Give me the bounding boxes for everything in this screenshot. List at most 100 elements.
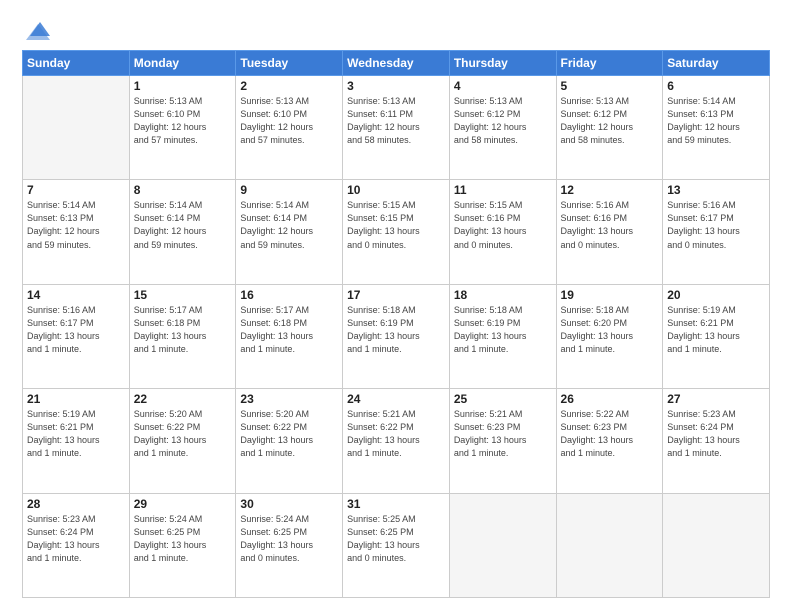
calendar-cell: 8Sunrise: 5:14 AM Sunset: 6:14 PM Daylig… <box>129 180 236 284</box>
logo-icon <box>24 18 52 40</box>
day-info: Sunrise: 5:21 AM Sunset: 6:22 PM Dayligh… <box>347 408 445 460</box>
day-info: Sunrise: 5:24 AM Sunset: 6:25 PM Dayligh… <box>240 513 338 565</box>
calendar-header-thursday: Thursday <box>449 51 556 76</box>
calendar-cell: 30 Sunrise: 5:24 AM Sunset: 6:25 PM Dayli… <box>236 493 343 597</box>
calendar-header-tuesday: Tuesday <box>236 51 343 76</box>
calendar-header-monday: Monday <box>129 51 236 76</box>
day-number: 2 <box>240 79 338 93</box>
calendar-cell: 18 Sunrise: 5:18 AM Sunset: 6:19 PM Dayli… <box>449 284 556 388</box>
day-info: Sunrise: 5:18 AM Sunset: 6:19 PM Dayligh… <box>347 304 445 356</box>
calendar-cell: 29 Sunrise: 5:24 AM Sunset: 6:25 PM Dayli… <box>129 493 236 597</box>
calendar-cell: 21 Sunrise: 5:19 AM Sunset: 6:21 PM Dayli… <box>23 389 130 493</box>
calendar-cell: 28 Sunrise: 5:23 AM Sunset: 6:24 PM Dayli… <box>23 493 130 597</box>
calendar-cell: 14 Sunrise: 5:16 AM Sunset: 6:17 PM Dayli… <box>23 284 130 388</box>
calendar-cell: 9 Sunrise: 5:14 AM Sunset: 6:14 PM Daylig… <box>236 180 343 284</box>
day-info: Sunrise: 5:14 AM Sunset: 6:13 PM Dayligh… <box>27 199 125 251</box>
day-number: 20 <box>667 288 765 302</box>
calendar-header-sunday: Sunday <box>23 51 130 76</box>
day-number: 10 <box>347 183 445 197</box>
day-info: Sunrise: 5:23 AM Sunset: 6:24 PM Dayligh… <box>27 513 125 565</box>
day-info: Sunrise: 5:24 AM Sunset: 6:25 PM Dayligh… <box>134 513 232 565</box>
day-info: Sunrise: 5:18 AM Sunset: 6:19 PM Dayligh… <box>454 304 552 356</box>
calendar-table: SundayMondayTuesdayWednesdayThursdayFrid… <box>22 50 770 598</box>
day-number: 4 <box>454 79 552 93</box>
day-info: Sunrise: 5:20 AM Sunset: 6:22 PM Dayligh… <box>240 408 338 460</box>
day-info: Sunrise: 5:18 AM Sunset: 6:20 PM Dayligh… <box>561 304 659 356</box>
calendar-cell <box>663 493 770 597</box>
day-info: Sunrise: 5:13 AM Sunset: 6:12 PM Dayligh… <box>454 95 552 147</box>
day-info: Sunrise: 5:13 AM Sunset: 6:10 PM Dayligh… <box>240 95 338 147</box>
calendar-week-row: 7 Sunrise: 5:14 AM Sunset: 6:13 PM Daylig… <box>23 180 770 284</box>
day-number: 19 <box>561 288 659 302</box>
day-number: 25 <box>454 392 552 406</box>
calendar-week-row: 14 Sunrise: 5:16 AM Sunset: 6:17 PM Dayli… <box>23 284 770 388</box>
page: SundayMondayTuesdayWednesdayThursdayFrid… <box>0 0 792 612</box>
calendar-week-row: 1 Sunrise: 5:13 AM Sunset: 6:10 PM Daylig… <box>23 76 770 180</box>
calendar-week-row: 28 Sunrise: 5:23 AM Sunset: 6:24 PM Dayli… <box>23 493 770 597</box>
day-number: 24 <box>347 392 445 406</box>
day-number: 21 <box>27 392 125 406</box>
day-number: 11 <box>454 183 552 197</box>
day-number: 6 <box>667 79 765 93</box>
day-info: Sunrise: 5:17 AM Sunset: 6:18 PM Dayligh… <box>240 304 338 356</box>
day-info: Sunrise: 5:19 AM Sunset: 6:21 PM Dayligh… <box>27 408 125 460</box>
calendar-cell: 4 Sunrise: 5:13 AM Sunset: 6:12 PM Daylig… <box>449 76 556 180</box>
calendar-header-saturday: Saturday <box>663 51 770 76</box>
day-number: 30 <box>240 497 338 511</box>
day-number: 3 <box>347 79 445 93</box>
day-info: Sunrise: 5:13 AM Sunset: 6:10 PM Dayligh… <box>134 95 232 147</box>
day-number: 14 <box>27 288 125 302</box>
calendar-week-row: 21 Sunrise: 5:19 AM Sunset: 6:21 PM Dayli… <box>23 389 770 493</box>
day-number: 26 <box>561 392 659 406</box>
day-number: 27 <box>667 392 765 406</box>
day-number: 1 <box>134 79 232 93</box>
day-number: 8 <box>134 183 232 197</box>
day-info: Sunrise: 5:23 AM Sunset: 6:24 PM Dayligh… <box>667 408 765 460</box>
day-info: Sunrise: 5:22 AM Sunset: 6:23 PM Dayligh… <box>561 408 659 460</box>
calendar-cell: 24 Sunrise: 5:21 AM Sunset: 6:22 PM Dayli… <box>343 389 450 493</box>
day-number: 7 <box>27 183 125 197</box>
calendar-cell: 31 Sunrise: 5:25 AM Sunset: 6:25 PM Dayli… <box>343 493 450 597</box>
day-number: 28 <box>27 497 125 511</box>
day-number: 15 <box>134 288 232 302</box>
day-info: Sunrise: 5:25 AM Sunset: 6:25 PM Dayligh… <box>347 513 445 565</box>
calendar-cell: 5Sunrise: 5:13 AM Sunset: 6:12 PM Daylig… <box>556 76 663 180</box>
day-info: Sunrise: 5:16 AM Sunset: 6:17 PM Dayligh… <box>667 199 765 251</box>
day-number: 29 <box>134 497 232 511</box>
day-number: 9 <box>240 183 338 197</box>
day-info: Sunrise: 5:14 AM Sunset: 6:14 PM Dayligh… <box>240 199 338 251</box>
calendar-cell <box>449 493 556 597</box>
calendar-cell: 1 Sunrise: 5:13 AM Sunset: 6:10 PM Daylig… <box>129 76 236 180</box>
day-info: Sunrise: 5:13 AM Sunset: 6:11 PM Dayligh… <box>347 95 445 147</box>
calendar-header-friday: Friday <box>556 51 663 76</box>
calendar-cell: 15 Sunrise: 5:17 AM Sunset: 6:18 PM Dayli… <box>129 284 236 388</box>
day-info: Sunrise: 5:16 AM Sunset: 6:16 PM Dayligh… <box>561 199 659 251</box>
header <box>22 18 770 40</box>
day-info: Sunrise: 5:15 AM Sunset: 6:15 PM Dayligh… <box>347 199 445 251</box>
calendar-header-wednesday: Wednesday <box>343 51 450 76</box>
day-info: Sunrise: 5:20 AM Sunset: 6:22 PM Dayligh… <box>134 408 232 460</box>
day-number: 31 <box>347 497 445 511</box>
calendar-cell: 19 Sunrise: 5:18 AM Sunset: 6:20 PM Dayli… <box>556 284 663 388</box>
calendar-cell: 11Sunrise: 5:15 AM Sunset: 6:16 PM Dayli… <box>449 180 556 284</box>
day-number: 22 <box>134 392 232 406</box>
day-info: Sunrise: 5:19 AM Sunset: 6:21 PM Dayligh… <box>667 304 765 356</box>
day-info: Sunrise: 5:17 AM Sunset: 6:18 PM Dayligh… <box>134 304 232 356</box>
logo <box>22 18 52 40</box>
day-number: 12 <box>561 183 659 197</box>
calendar-cell: 17Sunrise: 5:18 AM Sunset: 6:19 PM Dayli… <box>343 284 450 388</box>
calendar-header-row: SundayMondayTuesdayWednesdayThursdayFrid… <box>23 51 770 76</box>
day-number: 18 <box>454 288 552 302</box>
calendar-cell: 20 Sunrise: 5:19 AM Sunset: 6:21 PM Dayli… <box>663 284 770 388</box>
calendar-cell <box>23 76 130 180</box>
calendar-cell: 13Sunrise: 5:16 AM Sunset: 6:17 PM Dayli… <box>663 180 770 284</box>
calendar-cell: 10 Sunrise: 5:15 AM Sunset: 6:15 PM Dayli… <box>343 180 450 284</box>
calendar-cell: 23Sunrise: 5:20 AM Sunset: 6:22 PM Dayli… <box>236 389 343 493</box>
calendar-cell: 22 Sunrise: 5:20 AM Sunset: 6:22 PM Dayli… <box>129 389 236 493</box>
day-number: 16 <box>240 288 338 302</box>
calendar-cell: 2 Sunrise: 5:13 AM Sunset: 6:10 PM Daylig… <box>236 76 343 180</box>
calendar-cell: 3 Sunrise: 5:13 AM Sunset: 6:11 PM Daylig… <box>343 76 450 180</box>
day-info: Sunrise: 5:16 AM Sunset: 6:17 PM Dayligh… <box>27 304 125 356</box>
calendar-cell: 16 Sunrise: 5:17 AM Sunset: 6:18 PM Dayli… <box>236 284 343 388</box>
day-number: 5 <box>561 79 659 93</box>
